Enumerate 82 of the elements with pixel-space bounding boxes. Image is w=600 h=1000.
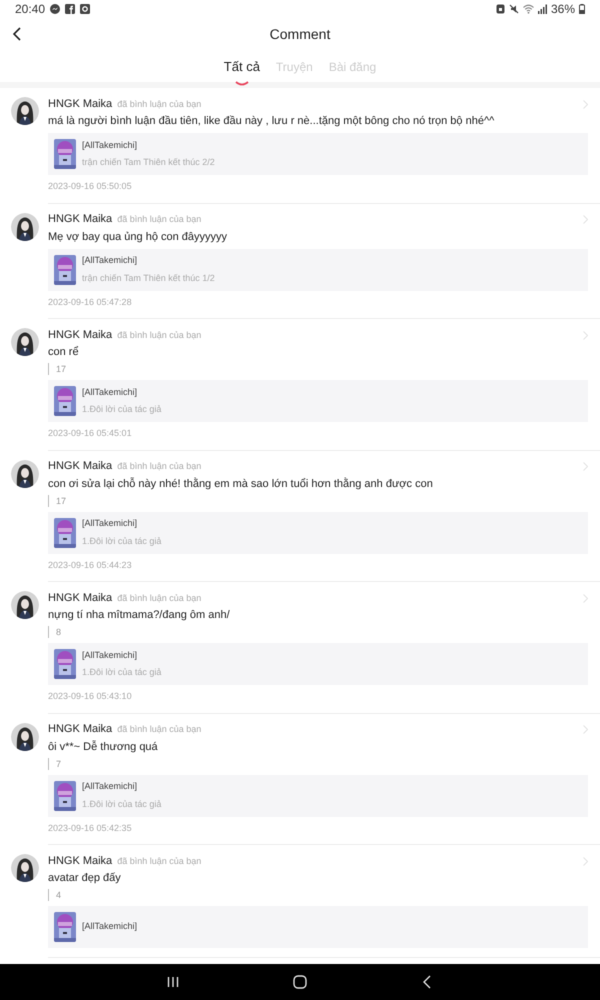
chevron-right-icon xyxy=(583,462,588,471)
chapter-title: trận chiến Tam Thiên kết thúc 1/2 xyxy=(82,272,215,284)
user-name: HNGK Maika xyxy=(48,96,112,112)
comment-text: ôi v**~ Dễ thương quá xyxy=(48,740,159,754)
comment-text: avatar đẹp đấy xyxy=(48,871,122,885)
user-name: HNGK Maika xyxy=(48,722,112,738)
facebook-icon xyxy=(65,4,76,14)
chevron-right-icon xyxy=(583,330,588,340)
user-name: HNGK Maika xyxy=(48,590,112,606)
timestamp: 2023-09-16 05:45:01 xyxy=(48,427,133,440)
book-card[interactable]: [AllTakemichi] xyxy=(48,906,588,948)
avatar xyxy=(11,328,39,356)
clock: 20:40 xyxy=(15,1,46,18)
page-title: Comment xyxy=(270,24,330,44)
quote-count: 8 xyxy=(48,626,588,638)
timestamp: 2023-09-16 05:50:05 xyxy=(48,180,133,193)
comment-text: nựng tí nha mîtmama?/đang ôm anh/ xyxy=(48,608,231,622)
chapter-title: 1.Đôi lời của tác giả xyxy=(82,534,162,548)
avatar xyxy=(11,212,39,240)
comment-action: đã bình luận của bạn xyxy=(117,592,202,605)
timestamp: 2023-09-16 05:44:23 xyxy=(48,558,133,572)
timestamp: 2023-09-16 05:47:28 xyxy=(48,296,133,308)
book-card[interactable]: [AllTakemichi] 1.Đôi lời của tác giả xyxy=(48,380,588,422)
chapter-title: 1.Đôi lời của tác giả xyxy=(82,403,162,416)
user-name: HNGK Maika xyxy=(48,854,112,869)
timestamp: 2023-09-16 05:42:35 xyxy=(48,822,133,834)
avatar xyxy=(11,854,39,882)
comment-text: con ơi sửa lại chỗ này nhé! thằng em mà sao lớn tuổi hơn thằng anh được con xyxy=(48,476,434,490)
back-icon xyxy=(422,975,431,989)
chevron-right-icon xyxy=(583,215,588,224)
comment-text: Mẹ vợ bay qua ủng hộ con đâyyyyyy xyxy=(48,230,228,244)
back-icon xyxy=(13,27,21,41)
comment-action: đã bình luận của bạn xyxy=(117,213,202,226)
book-card[interactable]: [AllTakemichi] 1.Đôi lời của tác giả xyxy=(48,512,588,554)
comment-text: con rể xyxy=(48,345,80,359)
home-icon xyxy=(292,975,307,989)
comment-action: đã bình luận của bạn xyxy=(117,98,202,111)
book-title: [AllTakemichi] xyxy=(82,138,138,152)
messenger-icon xyxy=(50,4,60,14)
chevron-right-icon xyxy=(583,856,588,866)
avatar xyxy=(11,460,39,488)
chevron-right-icon xyxy=(583,725,588,734)
book-title: [AllTakemichi] xyxy=(82,517,138,530)
timestamp: 2023-09-16 05:43:10 xyxy=(48,690,133,703)
book-card[interactable]: [AllTakemichi] 1.Đôi lời của tác giả xyxy=(48,643,588,685)
book-card[interactable]: [AllTakemichi] trận chiến Tam Thiên kết thúc 2/2 xyxy=(48,133,588,175)
chevron-right-icon xyxy=(583,100,588,108)
battery-icon xyxy=(579,4,585,14)
chevron-right-icon xyxy=(583,594,588,602)
book-title: [AllTakemichi] xyxy=(82,920,138,934)
app-icon xyxy=(80,4,90,14)
book-card[interactable]: [AllTakemichi] 1.Đôi lời của tác giả xyxy=(48,774,588,816)
comment-action: đã bình luận của bạn xyxy=(117,854,202,868)
book-title: [AllTakemichi] xyxy=(82,648,138,662)
comment-action: đã bình luận của bạn xyxy=(117,723,202,736)
wifi-icon xyxy=(522,4,534,14)
chapter-title: 1.Đôi lời của tác giả xyxy=(82,666,162,679)
comment-text: má là người bình luận đầu tiên, like đầu này , lưu r nè...tặng một bông cho nó trọn bộ nhé^^ xyxy=(48,114,496,128)
quote-count: 17 xyxy=(48,363,588,375)
quote-count: 17 xyxy=(48,494,588,506)
book-title: [AllTakemichi] xyxy=(82,254,138,267)
book-title: [AllTakemichi] xyxy=(82,780,138,793)
signal-icon xyxy=(538,4,547,14)
quote-count: 4 xyxy=(48,889,588,901)
chapter-title: trận chiến Tam Thiên kết thúc 2/2 xyxy=(82,156,215,169)
avatar xyxy=(11,591,39,619)
book-card[interactable]: [AllTakemichi] trận chiến Tam Thiên kết thúc 1/2 xyxy=(48,248,588,290)
recent-apps-icon xyxy=(167,976,180,988)
comment-action: đã bình luận của bạn xyxy=(117,460,202,474)
battery-percentage: 36% xyxy=(550,1,575,18)
chapter-title: 1.Đôi lời của tác giả xyxy=(82,798,162,811)
avatar xyxy=(11,97,39,125)
comment-action: đã bình luận của bạn xyxy=(117,328,202,342)
book-title: [AllTakemichi] xyxy=(82,386,138,399)
tab-indicator xyxy=(234,80,249,86)
mute-icon xyxy=(508,4,519,14)
avatar xyxy=(11,722,39,750)
user-name: HNGK Maika xyxy=(48,328,112,343)
tab[interactable]: Tất cả xyxy=(224,57,260,82)
quote-count: 7 xyxy=(48,758,588,770)
user-name: HNGK Maika xyxy=(48,212,112,228)
user-name: HNGK Maika xyxy=(48,459,112,474)
